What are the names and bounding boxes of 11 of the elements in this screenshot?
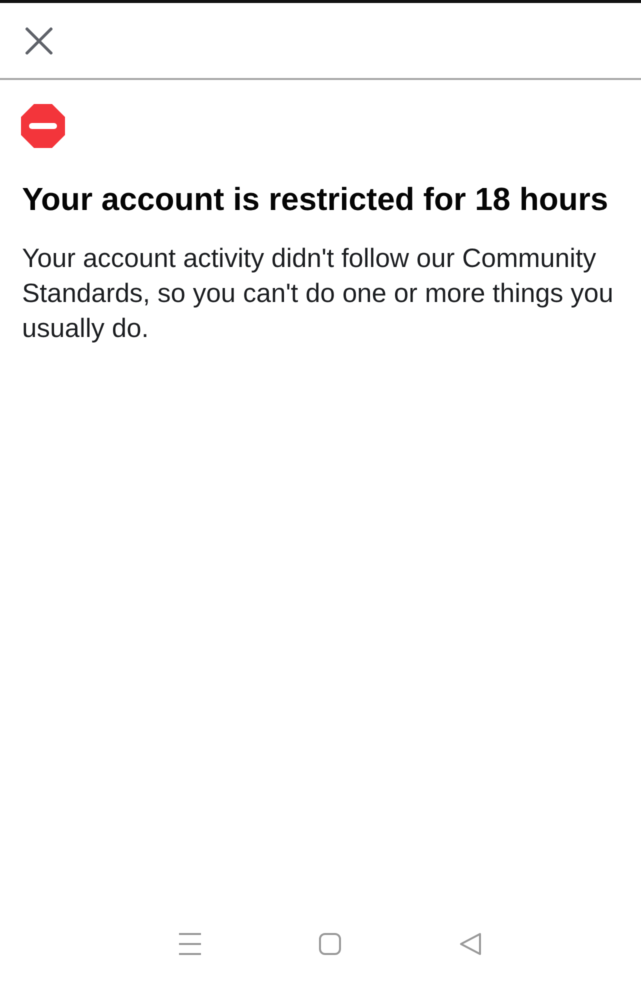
back-button[interactable] [458,932,483,956]
home-button[interactable] [318,932,342,956]
menu-button[interactable] [178,932,202,956]
square-icon [318,932,342,956]
back-icon [458,932,483,956]
restricted-icon [21,104,65,148]
notice-title: Your account is restricted for 18 hours [22,180,610,219]
close-icon [24,26,54,56]
close-button[interactable] [24,26,54,56]
menu-icon [178,932,202,956]
notice-message: Your account activity didn't follow our Community Standards, so you can't do one or more things you usually do. [22,242,614,345]
